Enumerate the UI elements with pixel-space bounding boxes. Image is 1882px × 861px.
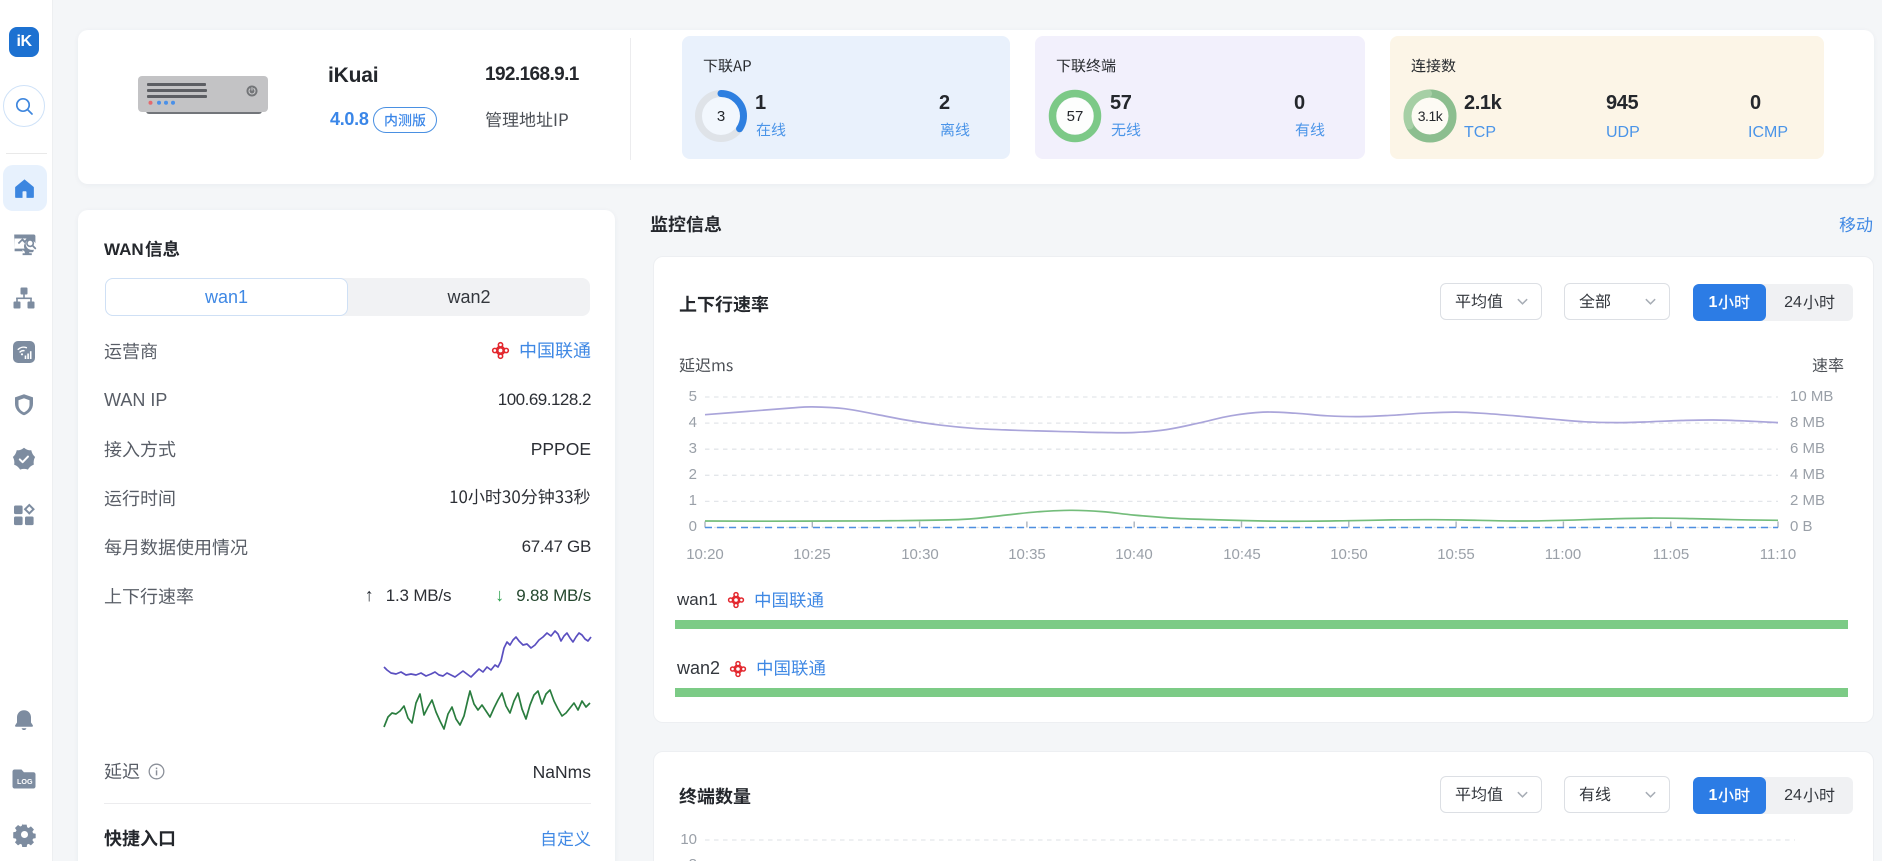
svg-text:LOG: LOG xyxy=(17,777,33,786)
